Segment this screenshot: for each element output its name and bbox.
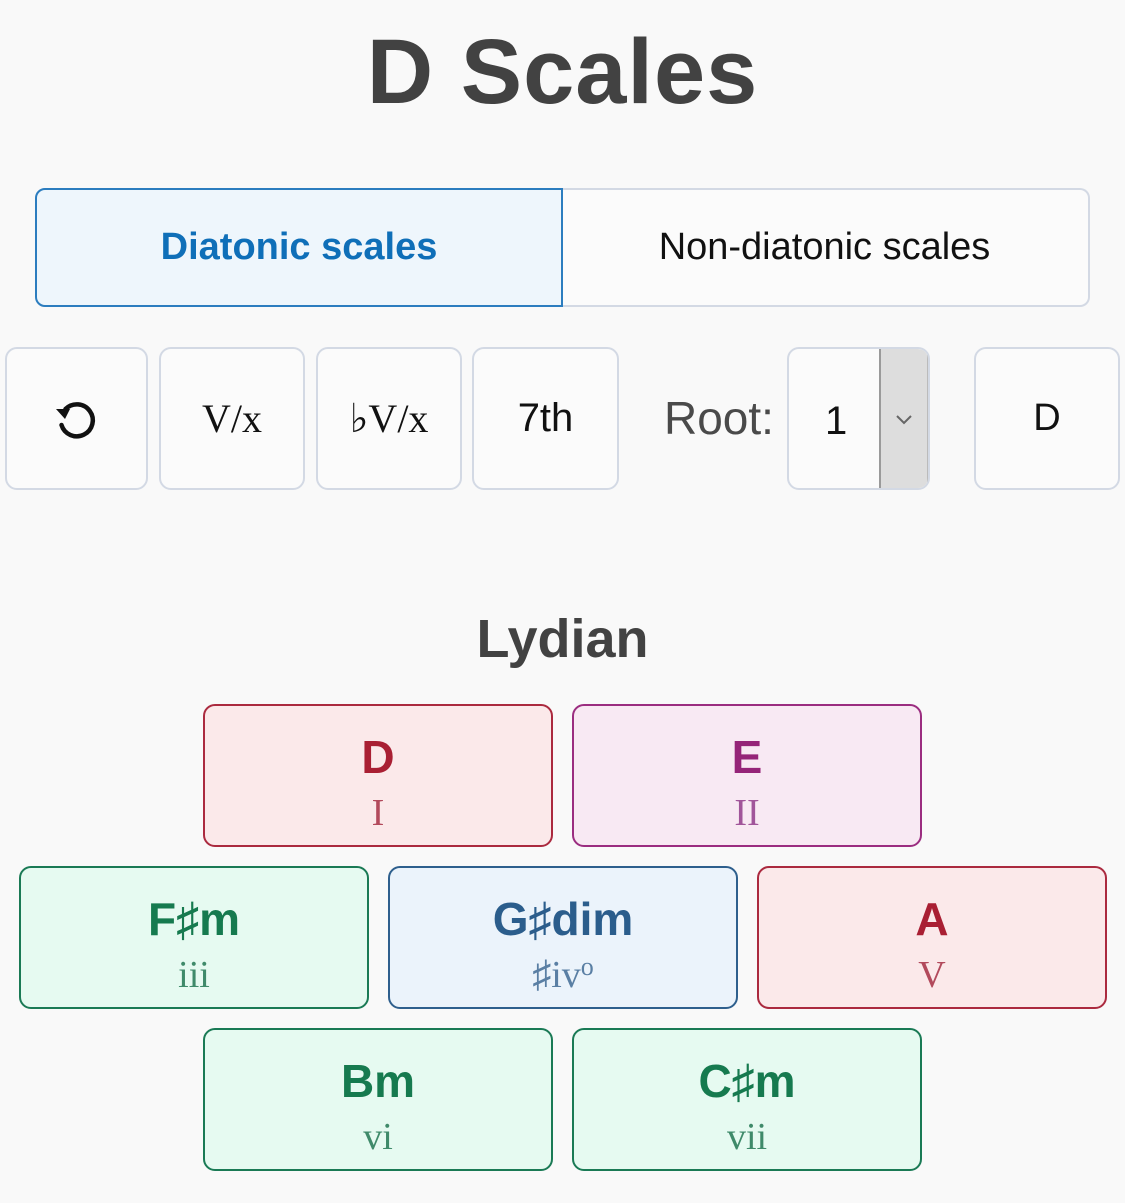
tab-non-diatonic-scales[interactable]: Non-diatonic scales: [561, 188, 1090, 307]
dropdown-arrow-button[interactable]: [879, 349, 928, 488]
scale-type-tabs: Diatonic scales Non-diatonic scales: [35, 188, 1090, 307]
chord-name: G♯dim: [492, 893, 634, 945]
chord-name: C♯m: [698, 1055, 796, 1107]
chord-numeral: I: [371, 792, 385, 834]
chord-numeral: vi: [363, 1116, 393, 1158]
chevron-down-icon: [896, 414, 912, 424]
diminished-symbol: o: [580, 952, 594, 981]
reset-button[interactable]: [5, 347, 148, 490]
chord-name: F♯m: [148, 893, 240, 945]
chord-numeral: ♯ivo: [532, 952, 594, 997]
chord-numeral: vii: [726, 1116, 768, 1158]
chord-card-i[interactable]: D I: [203, 704, 553, 847]
tab-diatonic-scales[interactable]: Diatonic scales: [35, 188, 563, 307]
chord-name: A: [915, 893, 949, 945]
rotate-left-icon: [55, 401, 95, 439]
page: D Scales Diatonic scales Non-diatonic sc…: [0, 0, 1125, 1203]
chord-numeral: iii: [178, 954, 210, 996]
seventh-chords-button[interactable]: 7th: [472, 347, 619, 490]
chord-card-iii[interactable]: F♯m iii: [19, 866, 369, 1009]
chord-name: D: [361, 731, 395, 783]
chord-card-vi[interactable]: Bm vi: [203, 1028, 553, 1171]
secondary-dominant-button[interactable]: V/x: [159, 347, 305, 490]
root-select-value: 1: [825, 399, 848, 443]
page-title: D Scales: [366, 21, 759, 123]
chord-name: E: [731, 731, 763, 783]
root-select[interactable]: 1: [787, 347, 930, 490]
chord-card-ii[interactable]: E II: [572, 704, 922, 847]
chord-card-vii[interactable]: C♯m vii: [572, 1028, 922, 1171]
chord-card-v[interactable]: A V: [757, 866, 1107, 1009]
scale-name: Lydian: [476, 609, 649, 669]
root-note-button[interactable]: D: [974, 347, 1120, 490]
chord-name: Bm: [340, 1055, 416, 1107]
chord-numeral: II: [734, 792, 760, 834]
root-label: Root:: [664, 392, 774, 444]
chord-numeral: V: [918, 954, 946, 996]
flat-secondary-dominant-button[interactable]: ♭V/x: [316, 347, 462, 490]
chord-card-sharp-iv[interactable]: G♯dim ♯ivo: [388, 866, 738, 1009]
